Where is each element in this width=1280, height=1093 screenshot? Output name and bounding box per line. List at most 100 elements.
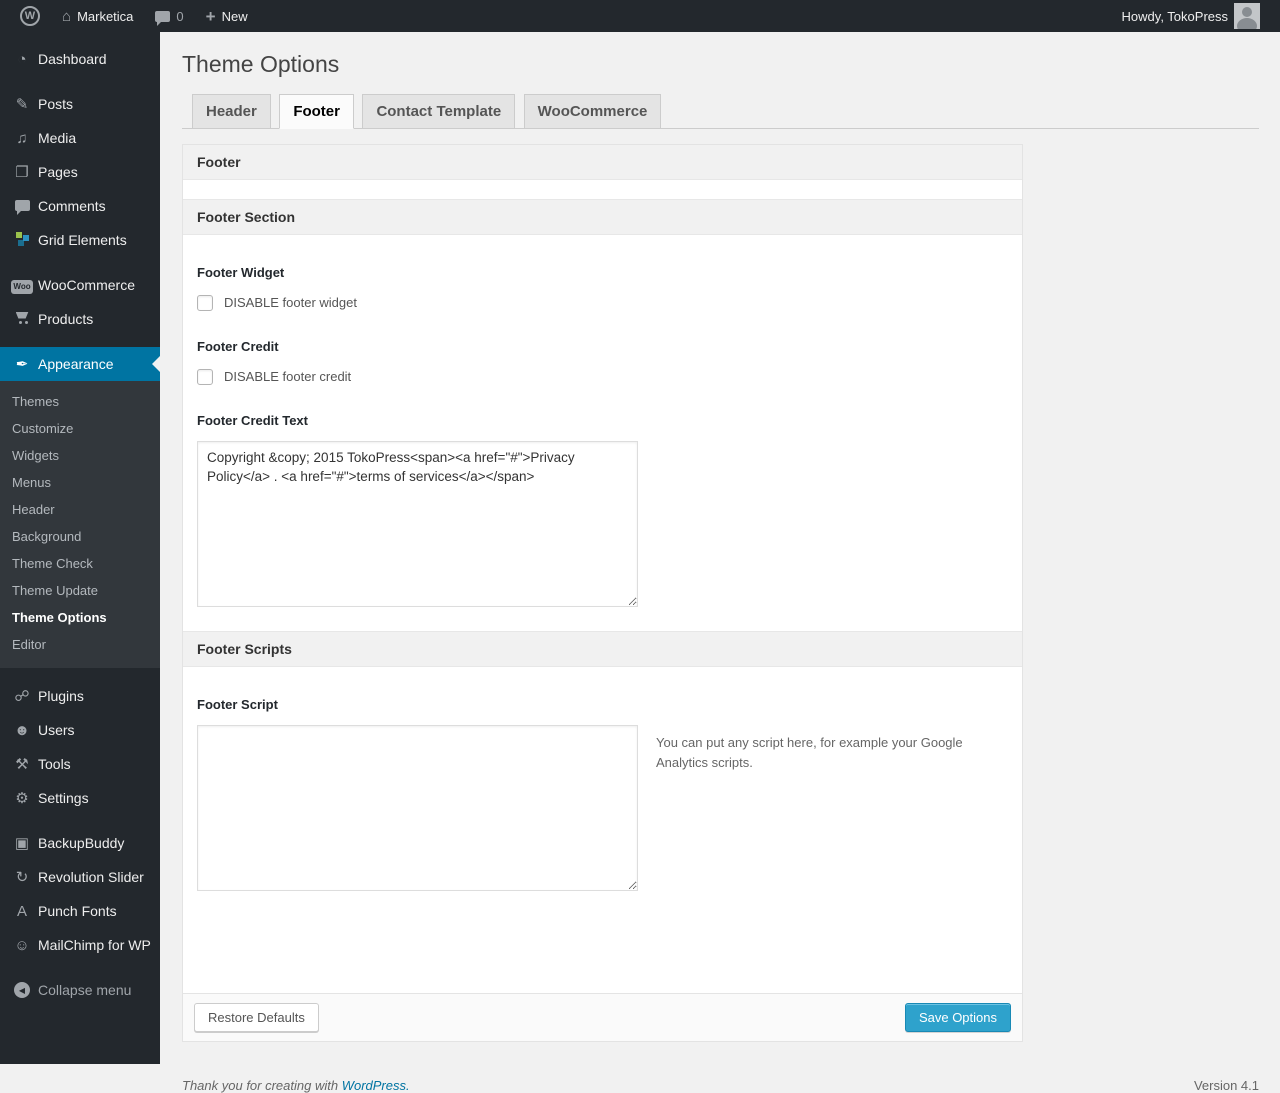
pages-icon: ❐ [15,164,29,181]
sidebar-item-label: Products [38,311,94,327]
backupbuddy-icon: ▣ [14,835,30,852]
sidebar-item-media[interactable]: ♫ Media [0,121,160,155]
submenu-item-background[interactable]: Background [0,523,160,550]
footer-script-textarea[interactable] [197,724,638,891]
sidebar-item-revolution-slider[interactable]: ↻ Revolution Slider [0,860,160,894]
submenu-item-editor[interactable]: Editor [0,631,160,658]
footer-credit-text-textarea[interactable]: Copyright &copy; 2015 TokoPress<span><a … [197,440,638,607]
save-options-button[interactable]: Save Options [904,1002,1011,1033]
sidebar-item-label: Pages [38,164,78,180]
sidebar-item-label: Grid Elements [38,232,127,248]
submenu-item-widgets[interactable]: Widgets [0,442,160,469]
sidebar-item-label: WooCommerce [38,277,135,293]
footer-widget-checkbox-row: DISABLE footer widget [197,294,1008,311]
appearance-icon: ✒ [15,356,29,373]
grid-elements-icon [8,231,36,250]
sidebar-item-dashboard[interactable]: ◔ Dashboard [0,42,160,76]
products-cart-icon [8,311,36,328]
woocommerce-icon: Woo [8,276,36,294]
sidebar-item-mailchimp[interactable]: ☺ MailChimp for WP [0,928,160,962]
mailchimp-icon: ☺ [14,936,30,954]
submenu-item-theme-options[interactable]: Theme Options [0,604,160,631]
sidebar-item-label: Plugins [38,688,84,704]
sidebar-item-grid-elements[interactable]: Grid Elements [0,223,160,257]
plus-icon: + [205,6,216,26]
sidebar-item-posts[interactable]: ✎ Posts [0,87,160,121]
submenu-item-header[interactable]: Header [0,496,160,523]
section-header-footer-scripts: Footer Scripts [183,630,1022,667]
panel-spacer [183,179,1022,199]
comments-icon [8,198,36,215]
sidebar-item-pages[interactable]: ❐ Pages [0,155,160,189]
wordpress-logo-menu[interactable]: W [12,0,48,32]
collapse-menu-button[interactable]: ◀ Collapse menu [0,973,160,1007]
site-name: Marketica [77,8,134,24]
settings-icon: ⚙ [15,790,29,807]
sidebar-item-label: Appearance [38,356,114,372]
collapse-arrow-icon: ◀ [14,982,30,998]
tab-woocommerce[interactable]: WooCommerce [523,93,662,129]
users-icon: ☻ [14,721,30,739]
collapse-menu-label: Collapse menu [38,982,132,998]
howdy-text: Howdy, TokoPress [1121,8,1228,24]
footer-script-help-text: You can put any script here, for example… [656,734,963,771]
footer-widget-label: Footer Widget [197,264,285,280]
tab-header[interactable]: Header [192,93,271,129]
footer-credit-label: Footer Credit [197,338,279,354]
sidebar-item-backupbuddy[interactable]: ▣ BackupBuddy [0,826,160,860]
disable-footer-widget-checkbox[interactable] [197,294,213,311]
footer-thanks-text: Thank you for creating with WordPress. [182,1078,410,1093]
account-menu[interactable]: Howdy, TokoPress [1114,0,1268,32]
new-content-menu[interactable]: + New [198,0,256,32]
site-link[interactable]: ⌂ Marketica [54,0,141,32]
version-text: Version 4.1 [1193,1078,1259,1093]
sidebar-item-label: Tools [38,756,71,772]
appearance-submenu: Themes Customize Widgets Menus Header Ba… [0,381,160,668]
sidebar-item-plugins[interactable]: ☍ Plugins [0,679,160,713]
page-title: Theme Options [182,51,340,77]
disable-footer-widget-label: DISABLE footer widget [224,295,357,311]
disable-footer-credit-checkbox[interactable] [197,368,213,385]
submenu-item-menus[interactable]: Menus [0,469,160,496]
footer-credit-checkbox-row: DISABLE footer credit [197,368,1008,385]
main-content: Theme Options Header Footer Contact Temp… [160,0,1280,1093]
panel-action-bar: Restore Defaults Save Options [183,992,1022,1042]
section-header-footer-section: Footer Section [183,198,1022,235]
footer-thanks-prefix: Thank you for creating with [182,1078,342,1093]
admin-footer: Thank you for creating with WordPress. V… [182,1078,1259,1093]
sidebar-item-punch-fonts[interactable]: A Punch Fonts [0,894,160,928]
new-label: New [221,8,248,24]
plugins-icon: ☍ [14,688,30,705]
sidebar-item-label: Dashboard [38,51,107,67]
sidebar-item-label: Revolution Slider [38,869,144,885]
comments-shortcut[interactable]: 0 [147,0,191,32]
wordpress-link[interactable]: WordPress. [342,1078,410,1093]
sidebar-item-comments[interactable]: Comments [0,189,160,223]
sidebar-item-products[interactable]: Products [0,302,160,336]
footer-credit-text-label: Footer Credit Text [197,412,308,428]
submenu-item-customize[interactable]: Customize [0,415,160,442]
dashboard-icon: ◔ [17,50,27,68]
punch-fonts-icon: A [16,902,27,920]
sidebar-item-appearance[interactable]: ✒ Appearance [0,347,160,381]
restore-defaults-button[interactable]: Restore Defaults [194,1002,319,1033]
comment-bubble-icon [155,10,171,26]
submenu-item-themes[interactable]: Themes [0,388,160,415]
sidebar-item-woocommerce[interactable]: Woo WooCommerce [0,268,160,302]
submenu-item-theme-update[interactable]: Theme Update [0,577,160,604]
footer-script-label: Footer Script [197,696,278,712]
sidebar-item-label: MailChimp for WP [38,937,151,953]
sidebar-item-label: Comments [38,198,106,214]
tab-footer[interactable]: Footer [279,93,354,129]
admin-bar: W ⌂ Marketica 0 + New Howdy, TokoPress [0,0,1280,32]
sidebar-item-tools[interactable]: ⚒ Tools [0,747,160,781]
tools-icon: ⚒ [15,756,29,773]
sidebar-item-label: Punch Fonts [38,903,117,919]
submenu-item-theme-check[interactable]: Theme Check [0,550,160,577]
sidebar-item-label: BackupBuddy [38,835,125,851]
sidebar-item-users[interactable]: ☻ Users [0,713,160,747]
revolution-slider-icon: ↻ [15,869,29,886]
tab-contact-template[interactable]: Contact Template [362,93,516,129]
comment-count: 0 [176,8,184,24]
sidebar-item-settings[interactable]: ⚙ Settings [0,781,160,815]
